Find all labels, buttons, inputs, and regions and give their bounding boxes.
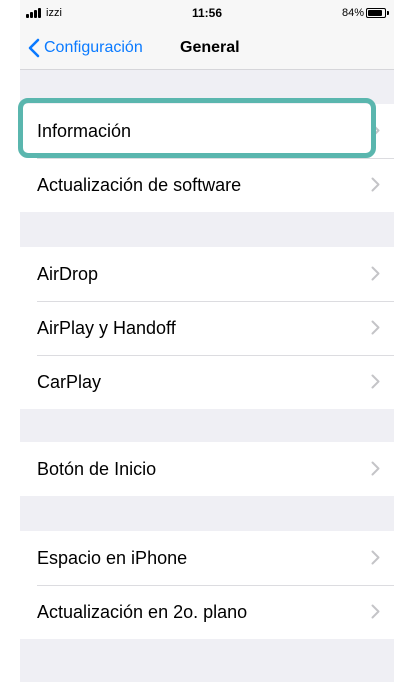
navigation-bar: Configuración General xyxy=(20,26,394,70)
settings-row-carplay[interactable]: CarPlay xyxy=(20,355,394,409)
chevron-right-icon xyxy=(371,177,380,192)
chevron-right-icon xyxy=(371,604,380,619)
row-label: AirDrop xyxy=(37,263,99,284)
settings-row-boton-inicio[interactable]: Botón de Inicio xyxy=(20,442,394,496)
row-label: Actualización en 2o. plano xyxy=(37,601,248,622)
chevron-right-icon xyxy=(371,550,380,565)
back-button[interactable]: Configuración xyxy=(28,34,143,62)
clock: 11:56 xyxy=(191,6,223,20)
chevron-right-icon xyxy=(371,461,380,476)
settings-group: Espacio en iPhone Actualización en 2o. p… xyxy=(20,531,394,639)
row-label: AirPlay y Handoff xyxy=(37,317,176,338)
back-button-label: Configuración xyxy=(44,39,143,56)
status-bar: izzi 11:56 84% xyxy=(20,0,394,26)
row-label: Información xyxy=(37,120,132,141)
chevron-right-icon xyxy=(371,320,380,335)
page-title: General xyxy=(180,39,240,56)
settings-group: Botón de Inicio xyxy=(20,442,394,496)
chevron-right-icon xyxy=(371,123,380,138)
battery-icon xyxy=(366,8,389,18)
chevron-right-icon xyxy=(371,374,380,389)
settings-row-actualizacion-software[interactable]: Actualización de software xyxy=(20,158,394,212)
settings-group: AirDrop AirPlay y Handoff CarPlay xyxy=(20,247,394,409)
row-label: Espacio en iPhone xyxy=(37,547,188,568)
battery-percent: 84% xyxy=(341,7,364,19)
settings-row-airdrop[interactable]: AirDrop xyxy=(20,247,394,301)
row-label: Actualización de software xyxy=(37,174,242,195)
phone-screen: izzi 11:56 84% Configuración General Inf… xyxy=(20,0,394,682)
chevron-left-icon xyxy=(28,38,40,58)
row-label: CarPlay xyxy=(37,371,102,392)
chevron-right-icon xyxy=(371,266,380,281)
row-label: Botón de Inicio xyxy=(37,458,157,479)
settings-row-airplay-handoff[interactable]: AirPlay y Handoff xyxy=(20,301,394,355)
settings-row-espacio-iphone[interactable]: Espacio en iPhone xyxy=(20,531,394,585)
settings-group: Información Actualización de software xyxy=(20,104,394,212)
settings-row-actualizacion-segundo-plano[interactable]: Actualización en 2o. plano xyxy=(20,585,394,639)
settings-row-informacion[interactable]: Información xyxy=(20,104,394,158)
